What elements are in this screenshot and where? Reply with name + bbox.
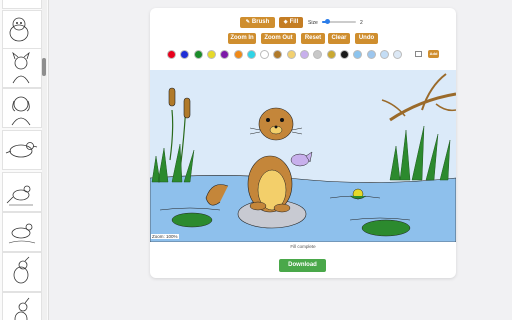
zoom-indicator: Zoom: 100% bbox=[151, 234, 179, 239]
brush-label: Brush bbox=[251, 19, 270, 25]
thumbnail-coloring-page[interactable] bbox=[2, 0, 42, 9]
custom-color-icon[interactable] bbox=[415, 51, 422, 57]
thumbnail-coloring-page[interactable] bbox=[2, 212, 42, 252]
thumbnail-coloring-page[interactable] bbox=[2, 48, 42, 88]
brush-icon: ✎ bbox=[245, 19, 250, 25]
color-swatch[interactable] bbox=[393, 50, 403, 59]
color-swatch[interactable] bbox=[313, 50, 323, 59]
color-swatch[interactable] bbox=[220, 50, 230, 59]
size-slider-handle[interactable] bbox=[325, 19, 331, 24]
color-swatch[interactable] bbox=[286, 50, 296, 59]
undo-button[interactable]: Undo bbox=[355, 33, 378, 44]
color-swatch[interactable] bbox=[180, 50, 190, 59]
download-label: Download bbox=[288, 262, 317, 268]
thumbnail-coloring-page[interactable] bbox=[2, 172, 42, 212]
size-value: 2 bbox=[360, 20, 363, 26]
zoom-out-button[interactable]: Zoom Out bbox=[261, 33, 296, 44]
add-color-label: Add bbox=[429, 51, 438, 56]
color-swatch[interactable] bbox=[326, 50, 336, 59]
thumbnail-coloring-page[interactable] bbox=[2, 252, 42, 292]
download-button[interactable]: Download bbox=[279, 259, 326, 272]
editor-card: ✎ Brush ◈ Fill Size 2 Zoom In Zoom Out Res… bbox=[150, 8, 456, 278]
add-color-button[interactable]: Add bbox=[428, 50, 439, 58]
thumbnail-coloring-page[interactable] bbox=[2, 88, 42, 128]
color-swatch[interactable] bbox=[273, 50, 283, 59]
paint-bucket-icon: ◈ bbox=[283, 19, 288, 25]
color-swatch[interactable] bbox=[193, 50, 203, 59]
sidebar-scrollbar-thumb[interactable] bbox=[42, 58, 46, 76]
color-swatch[interactable] bbox=[246, 50, 256, 59]
size-label: Size bbox=[308, 20, 318, 26]
color-swatch[interactable] bbox=[379, 50, 389, 59]
status-message: Fill complete bbox=[290, 244, 316, 249]
color-swatch[interactable] bbox=[167, 50, 176, 59]
reset-button[interactable]: Reset bbox=[301, 33, 325, 44]
zoom-in-label: Zoom In bbox=[230, 35, 254, 41]
thumbnail-coloring-page[interactable] bbox=[2, 292, 42, 320]
color-swatch[interactable] bbox=[260, 50, 270, 59]
fill-label: Fill bbox=[289, 19, 299, 25]
color-swatch[interactable] bbox=[339, 50, 349, 59]
otter-illustration bbox=[150, 70, 456, 242]
brush-button[interactable]: ✎ Brush bbox=[240, 17, 275, 28]
color-swatch[interactable] bbox=[206, 50, 216, 59]
thumbnail-coloring-page[interactable] bbox=[2, 10, 42, 50]
coloring-canvas[interactable]: Zoom: 100% bbox=[150, 70, 456, 242]
color-swatch[interactable] bbox=[300, 50, 309, 59]
clear-button[interactable]: Clear bbox=[328, 33, 350, 44]
zoom-in-button[interactable]: Zoom In bbox=[228, 33, 256, 44]
thumbnail-coloring-page[interactable] bbox=[2, 130, 42, 170]
color-swatch[interactable] bbox=[353, 50, 363, 59]
reset-label: Reset bbox=[304, 35, 322, 41]
color-swatch[interactable] bbox=[233, 50, 243, 59]
fill-button[interactable]: ◈ Fill bbox=[279, 17, 303, 28]
zoom-out-label: Zoom Out bbox=[264, 35, 293, 41]
undo-label: Undo bbox=[358, 35, 375, 41]
clear-label: Clear bbox=[331, 35, 347, 41]
sidebar-scrollbar-track[interactable] bbox=[42, 0, 47, 320]
color-swatch[interactable] bbox=[366, 50, 376, 59]
